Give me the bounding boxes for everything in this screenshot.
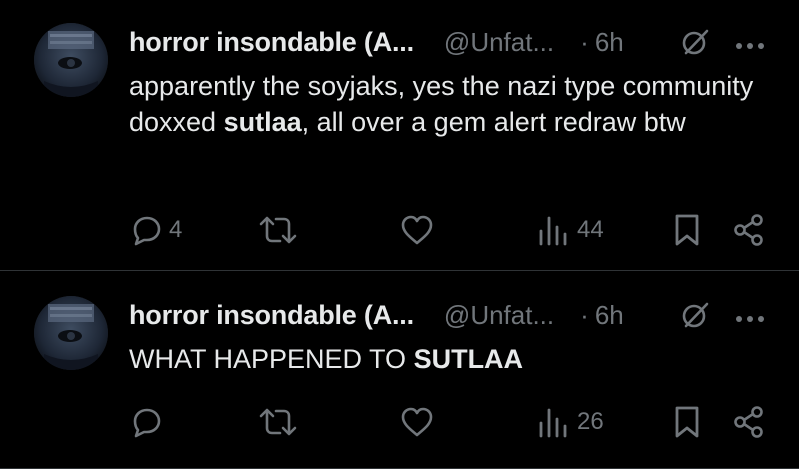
tweet-text: WHAT HAPPENED TO SUTLAA — [129, 341, 769, 377]
repost-button[interactable] — [258, 210, 304, 250]
speech-bubble-icon — [133, 216, 161, 246]
repost-icon — [259, 216, 297, 244]
views-button[interactable]: 26 — [537, 402, 604, 442]
views-bar-chart-icon — [539, 216, 567, 246]
view-count: 44 — [577, 216, 604, 243]
avatar[interactable] — [34, 23, 108, 97]
timestamp[interactable]: 6h — [595, 300, 624, 331]
more-dots-icon[interactable] — [735, 311, 765, 322]
author-name[interactable]: horror insondable (A... — [129, 27, 414, 58]
author-name[interactable]: horror insondable (A... — [129, 300, 414, 331]
avatar[interactable] — [34, 296, 108, 370]
repost-icon — [259, 408, 297, 436]
tweet[interactable]: horror insondable (A... @Unfat... · 6h a… — [0, 0, 799, 270]
separator-dot: · — [580, 299, 589, 330]
heart-icon — [401, 215, 433, 245]
tweet-text-before: WHAT HAPPENED TO — [129, 344, 414, 374]
bookmark-icon — [675, 214, 699, 246]
tweet[interactable]: horror insondable (A... @Unfat... · 6h W… — [0, 271, 799, 469]
avatar-image — [34, 296, 108, 370]
author-handle[interactable]: @Unfat... — [444, 300, 554, 331]
share-icon — [734, 406, 763, 438]
share-button[interactable] — [733, 210, 765, 250]
reply-count: 4 — [169, 216, 183, 243]
action-bar: 4 44 — [0, 210, 799, 250]
bookmark-icon — [675, 406, 699, 438]
tweet-text-bold: SUTLAA — [413, 344, 524, 374]
more-dots-icon[interactable] — [735, 38, 765, 49]
view-count: 26 — [577, 408, 604, 435]
tweet-header: horror insondable (A... @Unfat... · 6h — [129, 24, 624, 60]
separator-dot: · — [580, 26, 589, 57]
share-button[interactable] — [733, 402, 765, 442]
author-handle[interactable]: @Unfat... — [444, 27, 554, 58]
tweet-text: apparently the soyjaks, yes the nazi typ… — [129, 68, 769, 140]
avatar-image — [34, 23, 108, 97]
action-bar: 26 — [0, 402, 799, 442]
heart-icon — [401, 407, 433, 437]
tweet-header: horror insondable (A... @Unfat... · 6h — [129, 297, 624, 333]
speech-bubble-icon — [133, 408, 161, 438]
bookmark-button[interactable] — [673, 402, 701, 442]
reply-button[interactable] — [131, 402, 169, 442]
like-button[interactable] — [400, 402, 440, 442]
grok-icon[interactable] — [680, 300, 710, 330]
views-button[interactable]: 44 — [537, 210, 604, 250]
bookmark-button[interactable] — [673, 210, 701, 250]
tweet-text-bold: sutlaa — [223, 107, 302, 137]
repost-button[interactable] — [258, 402, 304, 442]
reply-button[interactable]: 4 — [131, 210, 182, 250]
share-icon — [734, 214, 763, 246]
tweet-text-after: , all over a gem alert redraw btw — [301, 107, 686, 137]
views-bar-chart-icon — [539, 408, 567, 438]
timestamp[interactable]: 6h — [595, 27, 624, 58]
like-button[interactable] — [400, 210, 440, 250]
grok-icon[interactable] — [680, 27, 710, 57]
